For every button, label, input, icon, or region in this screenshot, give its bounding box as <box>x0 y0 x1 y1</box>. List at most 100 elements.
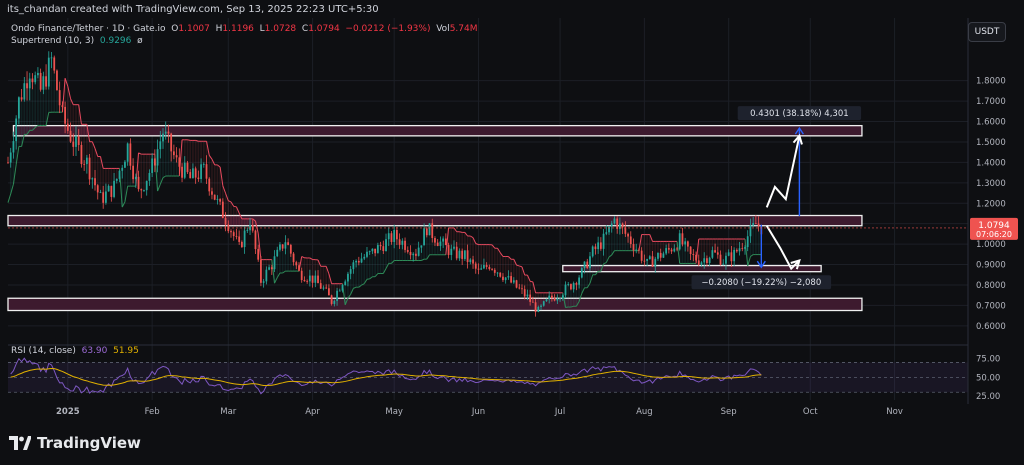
candle-body <box>200 164 202 179</box>
candle-body <box>695 254 697 261</box>
time-tick-label: Aug <box>636 407 653 417</box>
candle-body <box>156 149 159 166</box>
candle-body <box>197 177 200 179</box>
candle-body <box>26 83 28 89</box>
candle-body <box>257 249 260 260</box>
candle-body <box>352 262 355 270</box>
candle-body <box>308 275 311 282</box>
candle-body <box>708 257 711 263</box>
candle-body <box>480 268 483 270</box>
rsi-ma-value: 51.95 <box>113 346 139 356</box>
candle-body <box>757 223 760 227</box>
supertrend-legend[interactable]: Supertrend (10, 3) 0.9296 ø <box>11 36 143 46</box>
candle-body <box>153 158 156 166</box>
candle-body <box>523 289 526 297</box>
candle-body <box>15 118 18 142</box>
candle-body <box>330 295 333 304</box>
candle-body <box>276 249 279 257</box>
candle-body <box>727 252 730 256</box>
candle-body <box>689 246 692 255</box>
candle-body <box>175 155 178 158</box>
candle-body <box>684 241 687 245</box>
supertrend-segment <box>459 231 463 233</box>
candle-body <box>64 106 67 124</box>
rsi-label: RSI (14, close) <box>11 346 76 356</box>
candle-body <box>553 298 556 301</box>
time-tick-label: Sep <box>721 407 737 417</box>
candle-body <box>303 280 306 282</box>
candle-body <box>733 249 736 262</box>
candle-body <box>42 76 45 90</box>
candle-body <box>9 152 12 163</box>
rsi-tick-label: 75.00 <box>976 355 1000 365</box>
candle-body <box>738 248 741 252</box>
candle-body <box>189 172 192 179</box>
candle-body <box>602 233 605 249</box>
candle-body <box>208 178 211 192</box>
candle-body <box>45 76 47 87</box>
candle-body <box>570 284 572 290</box>
candle-body <box>344 281 347 286</box>
candle-body <box>485 265 488 267</box>
candle-body <box>374 248 377 254</box>
candle-body <box>295 262 298 266</box>
time-tick-label: Jun <box>471 407 485 417</box>
candle-body <box>450 248 453 255</box>
candle-body <box>431 223 434 239</box>
currency-button[interactable]: USDT <box>968 22 1006 42</box>
candle-body <box>428 223 431 236</box>
candle-body <box>183 162 186 178</box>
candle-body <box>613 218 616 224</box>
candle-body <box>143 190 145 191</box>
candle-body <box>91 178 94 180</box>
candle-body <box>589 256 591 269</box>
candle-body <box>545 299 548 302</box>
candle-body <box>69 130 72 142</box>
price-tick-label: 1.2000 <box>976 199 1006 209</box>
rsi-pane <box>8 357 968 395</box>
symbol-name[interactable]: Ondo Finance/Tether · 1D · Gate.io <box>11 24 166 34</box>
price-tick-label: 0.7000 <box>976 301 1006 311</box>
candle-body <box>670 249 673 252</box>
candle-body <box>328 288 330 296</box>
candle-body <box>349 269 352 274</box>
candle-body <box>20 97 23 100</box>
candle-body <box>317 275 319 284</box>
candle-body <box>58 90 61 106</box>
rsi-legend[interactable]: RSI (14, close) 63.90 51.95 <box>11 346 139 356</box>
candle-body <box>368 251 371 253</box>
candle-body <box>134 176 137 180</box>
candle-body <box>667 248 670 250</box>
candle-body <box>423 228 425 246</box>
candle-body <box>754 223 757 224</box>
price-tick-label: 0.6000 <box>976 322 1006 332</box>
candle-body <box>404 240 406 250</box>
candle-body <box>567 284 570 285</box>
candle-body <box>716 252 719 255</box>
candle-body <box>722 263 725 265</box>
candle-body <box>230 231 232 233</box>
time-tick-label: Apr <box>305 407 320 417</box>
candle-body <box>474 263 477 269</box>
candle-body <box>357 260 360 263</box>
candle-body <box>483 265 485 269</box>
time-tick-label: May <box>385 407 403 417</box>
candle-body <box>436 242 439 246</box>
candle-body <box>254 230 257 250</box>
candle-body <box>735 249 738 252</box>
candle-body <box>243 230 246 248</box>
candle-body <box>697 260 700 265</box>
price-tick-label: 1.0000 <box>976 240 1006 250</box>
candle-body <box>526 294 529 297</box>
chart-canvas[interactable]: 0.4301 (38.18%) 4,301 −0.2080 (−19.22%) −… <box>0 0 1024 465</box>
candle-body <box>298 265 300 271</box>
price-tick-label: 1.5000 <box>976 138 1006 148</box>
candle-body <box>28 78 31 89</box>
candle-body <box>599 242 602 249</box>
candle-body <box>551 295 553 299</box>
candle-body <box>632 244 635 251</box>
mid-zone <box>7 214 863 227</box>
candle-body <box>605 232 608 234</box>
symbol-legend: Ondo Finance/Tether · 1D · Gate.io O1.10… <box>11 24 478 34</box>
candle-body <box>186 162 189 173</box>
